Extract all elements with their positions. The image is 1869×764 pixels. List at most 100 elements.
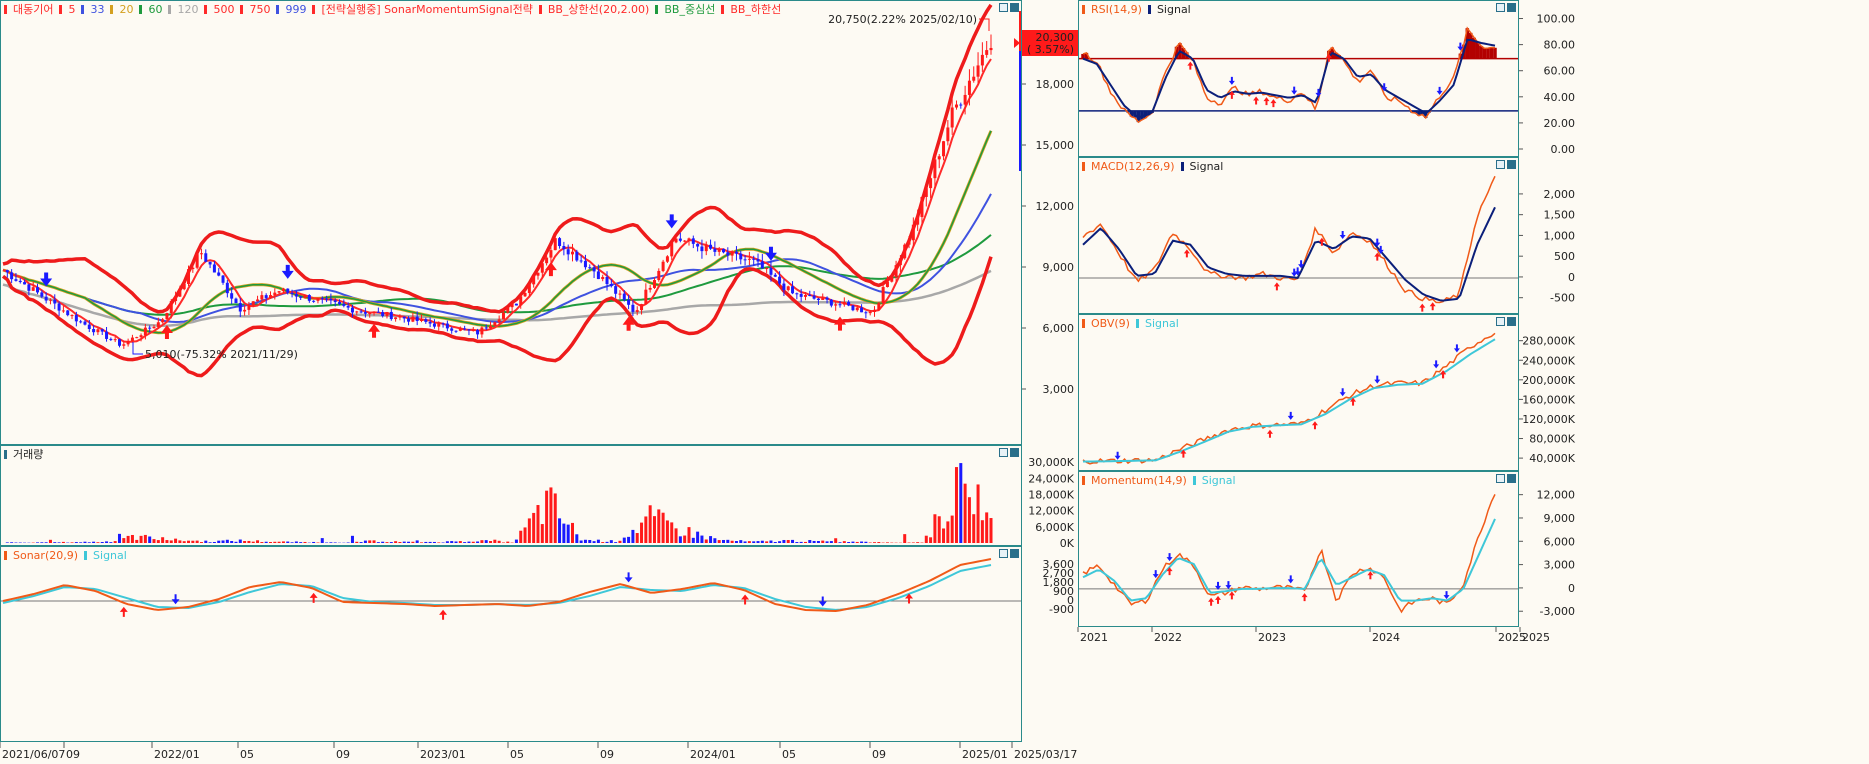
candle (696, 243, 700, 247)
volume-bar (376, 542, 380, 543)
obv-chart[interactable] (1079, 315, 1518, 470)
indicator-tick-label: 240,000K (1522, 354, 1575, 367)
candle (963, 94, 967, 105)
candle (631, 304, 635, 312)
volume-bar (821, 540, 825, 543)
volume-bar (527, 518, 531, 543)
indicator-tick-label: 12,000 (1537, 489, 1576, 502)
volume-bar (40, 542, 44, 543)
candle (670, 242, 674, 257)
volume-bar (489, 541, 493, 543)
candle (130, 337, 134, 341)
candle (877, 303, 881, 310)
indicator-tick-label: 0.00 (1551, 143, 1576, 156)
candle (372, 311, 376, 314)
candle (126, 340, 130, 345)
candle (96, 329, 100, 333)
candle (411, 316, 415, 322)
buy-arrow-icon (1429, 302, 1436, 311)
volume-bar (303, 541, 307, 543)
candle (652, 280, 656, 288)
volume-bar (514, 539, 518, 543)
candle (424, 319, 428, 322)
volume-bar (929, 537, 933, 543)
volume-bar (730, 540, 734, 543)
candle (510, 303, 514, 308)
candle (204, 253, 208, 262)
candle (855, 307, 859, 311)
sell-arrow-icon (171, 594, 180, 605)
volume-bar (187, 540, 191, 543)
sell-arrow-icon (281, 264, 294, 279)
volume-tick-label: 30,000K (1028, 456, 1074, 469)
obv-pane[interactable]: OBV(9) Signal (1078, 314, 1519, 471)
volume-bar (937, 516, 941, 543)
candle (885, 281, 889, 288)
indicator-tick-label: 40.00 (1544, 91, 1576, 104)
volume-chart[interactable] (1, 446, 1021, 545)
candle (454, 330, 458, 332)
candle (389, 311, 393, 320)
volume-bar (967, 497, 971, 543)
candle (61, 310, 65, 312)
price-pane[interactable]: 대동기어 5 33 20 60 120 500 750 999 [전략실행중] SonarMome… (0, 0, 1022, 445)
macd-chart[interactable] (1079, 158, 1518, 313)
volume-bar (942, 528, 946, 543)
volume-bar (273, 541, 277, 543)
momentum-chart[interactable] (1079, 472, 1518, 626)
candle (894, 265, 898, 278)
volume-bar (808, 540, 812, 543)
date-label: 2022/01 (154, 748, 200, 761)
volume-bar (627, 536, 631, 543)
candle (860, 307, 864, 313)
price-tick-label: 6,000 (1043, 322, 1075, 335)
low-annotation-leader (132, 342, 143, 355)
volume-bar (497, 540, 501, 543)
volume-bar (972, 514, 976, 543)
macd-pane[interactable]: MACD(12,26,9) Signal (1078, 157, 1519, 314)
volume-bar (985, 512, 989, 543)
volume-pane[interactable]: 거래량 (0, 445, 1022, 546)
sell-arrow-icon (1166, 553, 1173, 562)
candle (182, 283, 186, 290)
rsi-chart[interactable] (1079, 1, 1518, 156)
indicator-tick-label: 1,500 (1544, 209, 1576, 222)
candle (350, 307, 354, 313)
buy-arrow-icon (119, 606, 128, 617)
volume-bar (726, 539, 730, 543)
volume-bar (674, 528, 678, 543)
sell-arrow-icon (1436, 86, 1443, 95)
rsi-pane[interactable]: RSI(14,9) Signal (1078, 0, 1519, 157)
candle (950, 107, 954, 128)
volume-bar (359, 542, 363, 543)
sonar-pane[interactable]: Sonar(20,9) Signal (0, 546, 1022, 742)
volume-bar (734, 541, 738, 543)
bb-upper-line (2, 3, 993, 314)
momentum-pane[interactable]: Momentum(14,9) Signal (1078, 471, 1519, 627)
candle (765, 268, 769, 270)
candle (506, 307, 510, 313)
candle (325, 298, 329, 300)
candle (450, 328, 454, 331)
volume-bar (346, 542, 350, 543)
volume-bar (722, 539, 726, 543)
candle (601, 276, 605, 280)
sonar-chart[interactable] (1, 547, 1021, 741)
candle (31, 287, 35, 291)
price-chart[interactable]: 20,750(2.22% 2025/02/10) 5,010(-75.32% 20… (1, 1, 1021, 444)
candle (338, 302, 342, 304)
date-label: 2024/01 (690, 748, 736, 761)
candle (730, 251, 734, 256)
candle (484, 327, 488, 329)
rsi-y-axis: 100.00 80.00 60.00 40.00 20.00 0.00 (1519, 0, 1579, 157)
candle (592, 267, 596, 272)
candle (18, 280, 22, 283)
buy-arrow-icon (833, 316, 846, 331)
volume-bar (251, 541, 255, 543)
volume-bar (743, 541, 747, 543)
volume-bar (463, 542, 467, 543)
volume-bar (36, 542, 40, 543)
volume-bar (174, 538, 178, 543)
volume-bar (299, 542, 303, 543)
volume-bar (519, 530, 523, 543)
